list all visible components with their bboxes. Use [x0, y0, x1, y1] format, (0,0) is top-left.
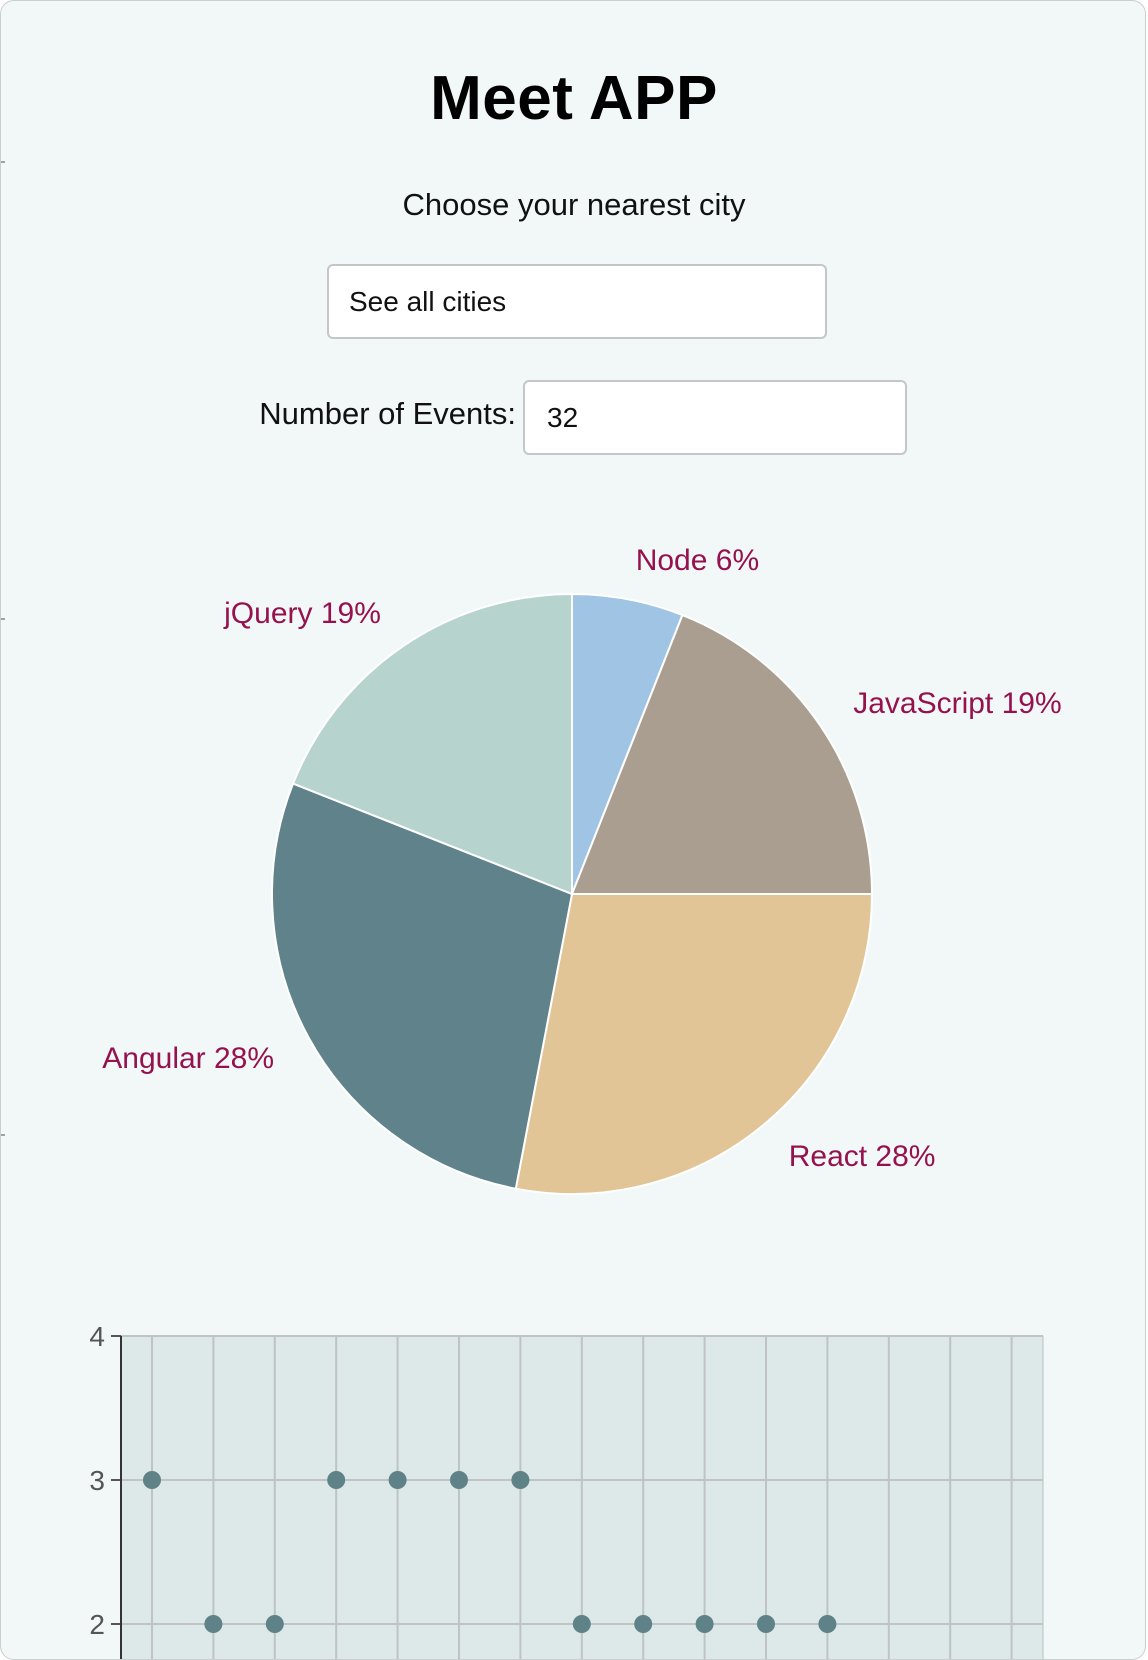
scatter-y-tick-label: 3	[89, 1465, 105, 1496]
charts-canvas: React 28% Angular 28% jQuery 19% Node 6% Jav…	[89, 544, 1062, 1659]
scatter-point	[572, 1615, 591, 1633]
scatter-point	[450, 1471, 468, 1489]
scatter-point	[695, 1615, 714, 1633]
scatter-point	[818, 1615, 837, 1633]
pie-label-react: React 28%	[789, 1140, 936, 1173]
scatter-y-tick-label: 2	[89, 1609, 105, 1640]
events-scatter-chart: 2 3 4	[89, 1321, 1044, 1659]
scatter-point	[388, 1471, 407, 1489]
scatter-point	[757, 1615, 775, 1633]
scatter-y-tick-label: 4	[89, 1321, 105, 1352]
pie-label-angular: Angular 28%	[102, 1042, 274, 1075]
pie-label-jquery: jQuery 19%	[223, 597, 381, 630]
pie-label-javascript: JavaScript 19%	[853, 687, 1061, 720]
scatter-point	[143, 1471, 161, 1489]
pie-label-node: Node 6%	[636, 544, 759, 577]
scatter-point	[327, 1471, 346, 1489]
scatter-point	[511, 1471, 530, 1489]
genre-pie-chart: React 28% Angular 28% jQuery 19% Node 6% Jav…	[102, 544, 1062, 1196]
scatter-point	[265, 1615, 284, 1633]
scatter-point	[634, 1615, 653, 1633]
app-window: Meet APP Choose your nearest city Number…	[0, 0, 1146, 1660]
scatter-point	[204, 1615, 223, 1633]
